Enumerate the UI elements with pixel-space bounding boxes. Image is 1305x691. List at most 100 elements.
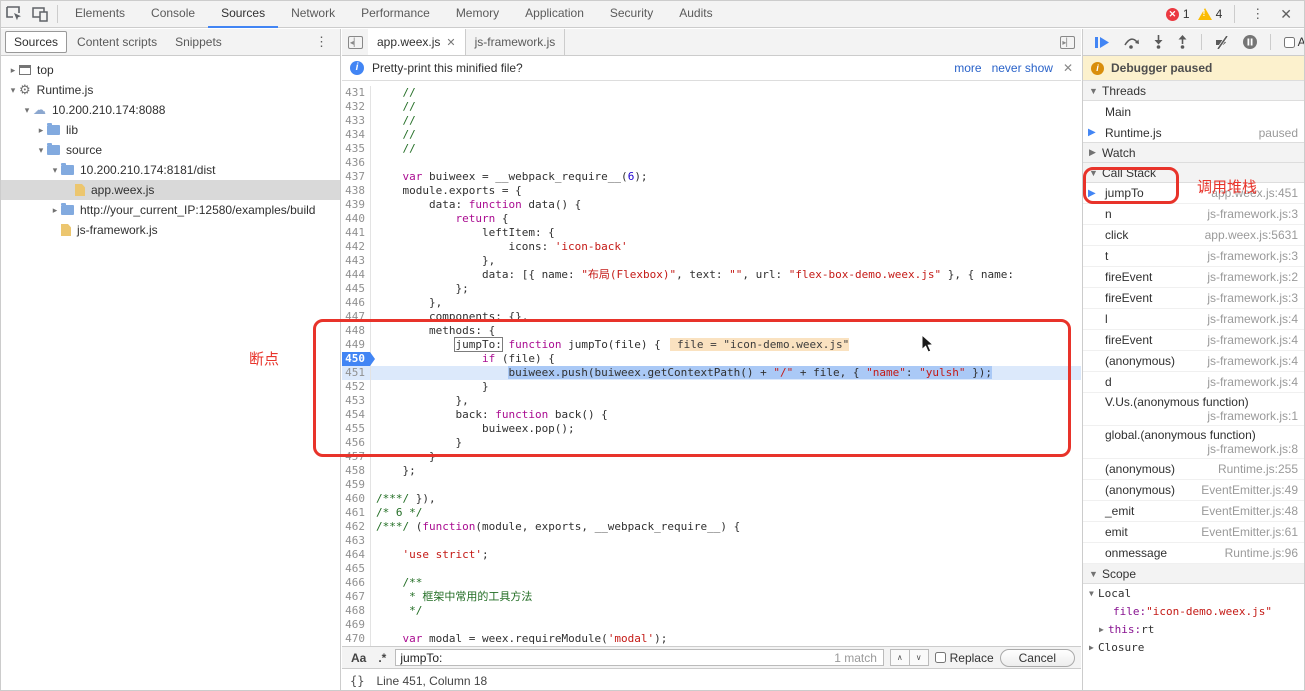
pause-on-exceptions-button[interactable]	[1243, 35, 1257, 49]
line-number-442[interactable]: 442	[342, 240, 371, 254]
tree-item-source[interactable]: ▾source	[1, 140, 340, 160]
code-line-content[interactable]	[371, 478, 376, 492]
call-stack-frame[interactable]: fireEventjs-framework.js:4	[1083, 330, 1305, 351]
code-line-content[interactable]: components: {},	[371, 310, 528, 324]
call-stack-frame[interactable]: emitEventEmitter.js:61	[1083, 522, 1305, 543]
resume-button[interactable]	[1095, 36, 1110, 49]
code-line-content[interactable]: buiweex.push(buiweex.getContextPath() + …	[371, 366, 992, 380]
line-number-459[interactable]: 459	[342, 478, 371, 492]
code-line-content[interactable]: * 框架中常用的工具方法	[371, 590, 532, 604]
code-line-content[interactable]: }	[371, 450, 436, 464]
call-stack-frame[interactable]: clickapp.weex.js:5631	[1083, 225, 1305, 246]
scope-variable-file[interactable]: file: "icon-demo.weex.js"	[1083, 602, 1305, 620]
pretty-print-button[interactable]: {}	[350, 674, 364, 688]
code-line-content[interactable]: }	[371, 380, 489, 394]
line-number-456[interactable]: 456	[342, 436, 371, 450]
call-stack-frame[interactable]: djs-framework.js:4	[1083, 372, 1305, 393]
call-stack-frame[interactable]: fireEventjs-framework.js:2	[1083, 267, 1305, 288]
tree-item-10.200.210.174-8088[interactable]: ▾☁10.200.210.174:8088	[1, 100, 340, 120]
scope-section-header[interactable]: ▼Scope	[1083, 563, 1305, 584]
code-line-content[interactable]: //	[371, 128, 416, 142]
line-number-468[interactable]: 468	[342, 604, 371, 618]
next-match-button[interactable]: ∨	[909, 650, 928, 665]
call-stack-frame[interactable]: onmessageRuntime.js:96	[1083, 543, 1305, 564]
scope-local-node[interactable]: ▼Local	[1083, 584, 1305, 602]
navigator-menu-icon[interactable]: ⋮	[311, 34, 332, 50]
code-line-content[interactable]: icons: 'icon-back'	[371, 240, 628, 254]
line-number-466[interactable]: 466	[342, 576, 371, 590]
line-number-434[interactable]: 434	[342, 128, 371, 142]
tree-item-lib[interactable]: ▸lib	[1, 120, 340, 140]
code-line-content[interactable]: 'use strict';	[371, 548, 489, 562]
code-line-content[interactable]: leftItem: {	[371, 226, 555, 240]
call-stack-frame[interactable]: fireEventjs-framework.js:3	[1083, 288, 1305, 309]
line-number-462[interactable]: 462	[342, 520, 371, 534]
line-number-446[interactable]: 446	[342, 296, 371, 310]
line-number-445[interactable]: 445	[342, 282, 371, 296]
tree-item-app.weex.js[interactable]: app.weex.js	[1, 180, 340, 200]
code-line-content[interactable]: back: function back() {	[371, 408, 608, 422]
tab-audits[interactable]: Audits	[666, 1, 725, 28]
infobar-never-show-link[interactable]: never show	[992, 61, 1053, 75]
line-number-463[interactable]: 463	[342, 534, 371, 548]
device-toolbar-icon[interactable]	[27, 1, 53, 27]
code-line-content[interactable]: buiweex.pop();	[371, 422, 575, 436]
call-stack-frame[interactable]: ljs-framework.js:4	[1083, 309, 1305, 330]
close-tab-icon[interactable]: ✕	[446, 36, 455, 49]
cancel-button[interactable]: Cancel	[1000, 649, 1075, 667]
step-over-button[interactable]	[1123, 36, 1140, 49]
code-line-content[interactable]: }	[371, 436, 462, 450]
tab-elements[interactable]: Elements	[62, 1, 138, 28]
code-line-content[interactable]: };	[371, 464, 416, 478]
editor-tab-app.weex.js[interactable]: app.weex.js✕	[368, 29, 466, 55]
infobar-more-link[interactable]: more	[954, 61, 981, 75]
line-number-460[interactable]: 460	[342, 492, 371, 506]
match-case-toggle[interactable]: Aa	[348, 651, 369, 665]
line-number-438[interactable]: 438	[342, 184, 371, 198]
tab-application[interactable]: Application	[512, 1, 597, 28]
tab-performance[interactable]: Performance	[348, 1, 443, 28]
scope-variable-this[interactable]: ▶this: rt	[1083, 620, 1305, 638]
code-line-content[interactable]: */	[371, 604, 422, 618]
tab-sources[interactable]: Sources	[208, 1, 278, 28]
code-line-content[interactable]: /***/ (function(module, exports, __webpa…	[371, 520, 740, 534]
threads-section-header[interactable]: ▼Threads	[1083, 80, 1305, 101]
code-line-content[interactable]	[371, 562, 376, 576]
line-number-451[interactable]: 451	[342, 366, 371, 380]
chevron-right-icon[interactable]: ▶	[1099, 625, 1108, 634]
thread-main[interactable]: Main	[1083, 101, 1305, 122]
code-line-content[interactable]: /* 6 */	[371, 506, 422, 520]
tab-memory[interactable]: Memory	[443, 1, 512, 28]
error-badge[interactable]: ✕ 1	[1166, 7, 1190, 21]
line-number-444[interactable]: 444	[342, 268, 371, 282]
code-line-content[interactable]: //	[371, 114, 416, 128]
devtools-menu-icon[interactable]: ⋮	[1247, 6, 1268, 22]
tab-network[interactable]: Network	[278, 1, 348, 28]
navigator-tab-content-scripts[interactable]: Content scripts	[69, 32, 165, 52]
line-number-433[interactable]: 433	[342, 114, 371, 128]
line-number-431[interactable]: 431	[342, 86, 371, 100]
navigator-tab-sources[interactable]: Sources	[5, 31, 67, 53]
call-stack-frame[interactable]: tjs-framework.js:3	[1083, 246, 1305, 267]
code-line-content[interactable]: //	[371, 142, 416, 156]
code-line-content[interactable]: /***/ }),	[371, 492, 436, 506]
chevron-right-icon[interactable]: ▸	[49, 205, 61, 216]
call-stack-frame[interactable]: (anonymous)js-framework.js:4	[1083, 351, 1305, 372]
line-number-455[interactable]: 455	[342, 422, 371, 436]
step-out-button[interactable]	[1177, 35, 1188, 49]
line-number-436[interactable]: 436	[342, 156, 371, 170]
code-line-content[interactable]: /**	[371, 576, 422, 590]
call-stack-frame[interactable]: (anonymous)EventEmitter.js:49	[1083, 480, 1305, 501]
navigator-tab-snippets[interactable]: Snippets	[167, 32, 230, 52]
inspect-element-icon[interactable]	[1, 1, 27, 27]
chevron-right-icon[interactable]: ▸	[7, 65, 19, 76]
line-number-437[interactable]: 437	[342, 170, 371, 184]
line-number-454[interactable]: 454	[342, 408, 371, 422]
line-number-440[interactable]: 440	[342, 212, 371, 226]
deactivate-breakpoints-button[interactable]	[1215, 36, 1230, 49]
previous-match-button[interactable]: ∧	[891, 650, 909, 665]
chevron-right-icon[interactable]: ▸	[35, 125, 47, 136]
line-number-458[interactable]: 458	[342, 464, 371, 478]
tab-security[interactable]: Security	[597, 1, 666, 28]
code-line-content[interactable]: },	[371, 254, 495, 268]
